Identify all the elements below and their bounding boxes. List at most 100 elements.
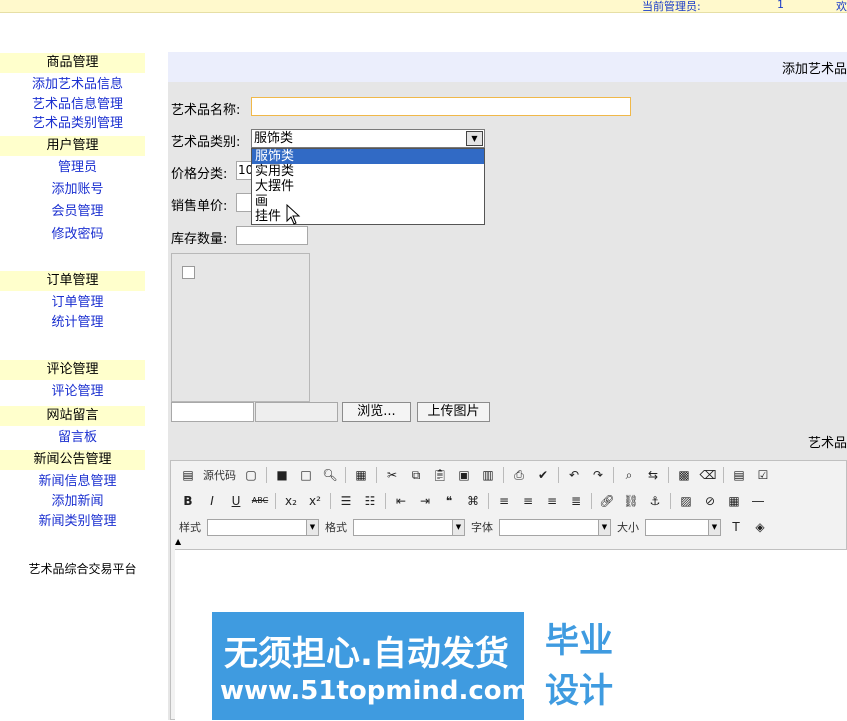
font-select[interactable]: ▼ [499, 518, 611, 536]
toolbar-separator [613, 467, 614, 483]
unlink-icon[interactable]: ⛓ [622, 492, 640, 510]
indent-icon[interactable]: ⇥ [416, 492, 434, 510]
strikethrough-icon[interactable]: ABC [251, 492, 269, 510]
section-order-mgmt: 订单管理 [0, 271, 145, 291]
sidebar-item-add-account[interactable]: 添加账号 [0, 180, 155, 200]
chevron-down-icon[interactable]: ▼ [466, 131, 483, 146]
sidebar-item-add-artwork[interactable]: 添加艺术品信息 [0, 75, 155, 95]
spellcheck-icon[interactable]: ✔ [534, 466, 552, 484]
category-selected-value: 服饰类 [254, 131, 294, 146]
file-path-input[interactable] [171, 402, 254, 422]
bold-icon[interactable]: B [179, 492, 197, 510]
align-right-icon[interactable]: ≡ [543, 492, 561, 510]
remove-format-icon[interactable]: ⌫ [699, 466, 717, 484]
collapse-toolbar-icon[interactable]: ▲ [175, 537, 181, 546]
toolbar-separator [385, 493, 386, 509]
redo-icon[interactable]: ↷ [589, 466, 607, 484]
horizontal-rule-icon[interactable]: ― [749, 492, 767, 510]
subscript-icon[interactable]: x₂ [282, 492, 300, 510]
anchor-icon[interactable]: ⚓ [646, 492, 664, 510]
sidebar-item-news-info[interactable]: 新闻信息管理 [0, 472, 155, 492]
source-icon[interactable]: ▤ [179, 466, 197, 484]
editor-toolbar-row-1: ▤ 源代码 ▢ ■ □ 🔍︎ ▦ ✂ ⧉ 📋︎ ▣ ▥ ⎙ ✔ ↶ ↷ ⌕ ⇆ … [179, 463, 772, 487]
sidebar-item-admin[interactable]: 管理员 [0, 158, 155, 178]
stock-input[interactable] [236, 226, 308, 245]
sidebar-item-orders[interactable]: 订单管理 [0, 293, 155, 313]
price-category-label: 价格分类: [171, 167, 228, 182]
category-option[interactable]: 大摆件 [252, 179, 484, 194]
print-icon[interactable]: ⎙ [510, 466, 528, 484]
form-icon[interactable]: ▤ [730, 466, 748, 484]
superscript-icon[interactable]: x² [306, 492, 324, 510]
paste-word-icon[interactable]: ▥ [479, 466, 497, 484]
align-left-icon[interactable]: ≡ [495, 492, 513, 510]
section-user-mgmt: 用户管理 [0, 136, 145, 156]
artwork-section-label: 艺术品 [807, 436, 847, 451]
align-center-icon[interactable]: ≡ [519, 492, 537, 510]
toolbar-separator [330, 493, 331, 509]
templates-icon[interactable]: ▦ [352, 466, 370, 484]
toolbar-separator [376, 467, 377, 483]
print-preview-icon[interactable]: 🔍︎ [321, 466, 339, 484]
chevron-down-icon: ▼ [598, 519, 610, 535]
numbered-list-icon[interactable]: ☰ [337, 492, 355, 510]
undo-icon[interactable]: ↶ [565, 466, 583, 484]
link-icon[interactable]: 🔗︎ [598, 492, 616, 510]
size-select[interactable]: ▼ [645, 518, 721, 536]
copy-icon[interactable]: ⧉ [407, 466, 425, 484]
top-status-bar: 当前管理员: 1 欢 [0, 0, 847, 13]
bulleted-list-icon[interactable]: ☷ [361, 492, 379, 510]
watermark-banner: 无须担心.自动发货 www.51topmind.com 毕业 设计 [212, 612, 634, 720]
sidebar-item-members[interactable]: 会员管理 [0, 202, 155, 222]
artwork-name-input[interactable] [251, 97, 631, 116]
underline-icon[interactable]: U [227, 492, 245, 510]
source-button-label[interactable]: 源代码 [203, 467, 236, 483]
find-icon[interactable]: ⌕ [620, 466, 638, 484]
upload-image-button[interactable]: 上传图片 [417, 402, 490, 422]
category-option[interactable]: 服饰类 [252, 149, 484, 164]
sidebar-item-comments[interactable]: 评论管理 [0, 382, 155, 402]
admin-label: 当前管理员: [642, 0, 701, 13]
watermark-line-1: 无须担心.自动发货 [224, 634, 509, 674]
checkbox-icon[interactable]: ☑ [754, 466, 772, 484]
toolbar-separator [670, 493, 671, 509]
toolbar-separator [591, 493, 592, 509]
select-all-icon[interactable]: ▩ [675, 466, 693, 484]
replace-icon[interactable]: ⇆ [644, 466, 662, 484]
sidebar-item-artwork-info[interactable]: 艺术品信息管理 [0, 95, 155, 115]
format-select[interactable]: ▼ [353, 518, 465, 536]
paste-icon[interactable]: 📋︎ [431, 466, 449, 484]
style-label: 样式 [179, 521, 201, 534]
style-select[interactable]: ▼ [207, 518, 319, 536]
sidebar-item-artwork-category[interactable]: 艺术品类别管理 [0, 114, 155, 134]
cut-icon[interactable]: ✂ [383, 466, 401, 484]
sidebar-item-add-news[interactable]: 添加新闻 [0, 492, 155, 512]
sidebar-item-statistics[interactable]: 统计管理 [0, 313, 155, 333]
background-color-icon[interactable]: ◈ [751, 518, 769, 536]
sidebar-item-message-board[interactable]: 留言板 [0, 428, 155, 448]
image-icon[interactable]: ▨ [677, 492, 695, 510]
text-color-icon[interactable]: T [727, 518, 745, 536]
section-product-mgmt: 商品管理 [0, 53, 145, 73]
chevron-down-icon: ▼ [708, 519, 720, 535]
welcome-text: 欢 [836, 0, 847, 13]
div-container-icon[interactable]: ⌘ [464, 492, 482, 510]
flash-icon[interactable]: ⊘ [701, 492, 719, 510]
browse-button[interactable]: 浏览... [342, 402, 411, 422]
sidebar-item-change-password[interactable]: 修改密码 [0, 225, 155, 245]
blockquote-icon[interactable]: ❝ [440, 492, 458, 510]
justify-icon[interactable]: ≣ [567, 492, 585, 510]
section-site-messages: 网站留言 [0, 406, 145, 426]
paste-text-icon[interactable]: ▣ [455, 466, 473, 484]
save-icon[interactable]: ■ [273, 466, 291, 484]
italic-icon[interactable]: I [203, 492, 221, 510]
table-icon[interactable]: ▦ [725, 492, 743, 510]
outdent-icon[interactable]: ⇤ [392, 492, 410, 510]
new-page-icon[interactable]: □ [297, 466, 315, 484]
page-header: 添加艺术品 [168, 52, 847, 82]
sidebar-item-news-category[interactable]: 新闻类别管理 [0, 512, 155, 532]
category-option[interactable]: 实用类 [252, 164, 484, 179]
preview-icon[interactable]: ▢ [242, 466, 260, 484]
category-select[interactable]: 服饰类 ▼ [251, 129, 485, 148]
watermark-line-2: www.51topmind.com [220, 676, 529, 706]
